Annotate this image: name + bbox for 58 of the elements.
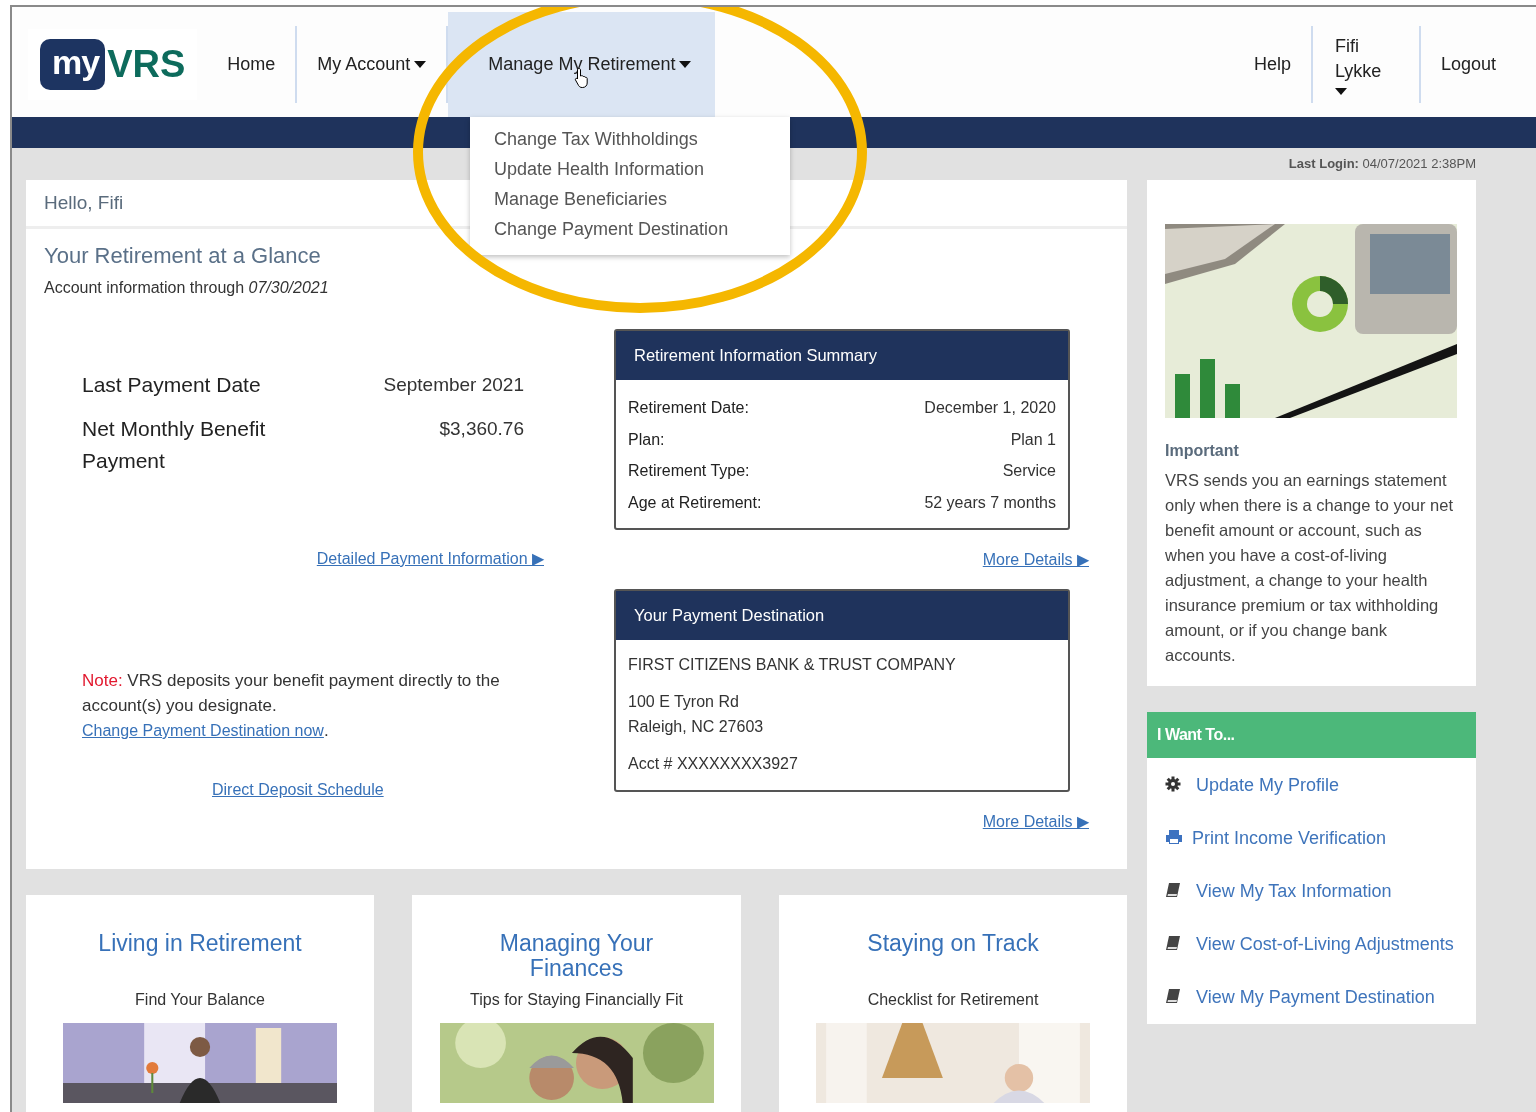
book-icon — [1165, 988, 1181, 1004]
note-text: Note: VRS deposits your benefit payment directly to the account(s) you designate. Change Payment Destination now. — [82, 670, 501, 742]
feature-title[interactable]: Living in Retirement — [80, 931, 320, 987]
payment-label: Net Monthly Benefit Payment — [82, 416, 267, 474]
payment-value: September 2021 — [383, 373, 524, 397]
account-number: Acct # XXXXXXXX3927 — [628, 754, 799, 774]
bank-name: FIRST CITIZENS BANK & TRUST COMPANY — [628, 655, 957, 675]
nav-item[interactable]: Logout — [1420, 12, 1516, 117]
address-line: 100 E Tyron Rd — [628, 692, 740, 712]
summary-label: Retirement Date: — [628, 398, 749, 418]
gear-icon — [1165, 776, 1181, 792]
feature-subtitle: Tips for Staying Financially Fit — [470, 991, 683, 1009]
panel-header: Retirement Information Summary — [616, 331, 1068, 380]
menu-item[interactable]: Update Health Information — [470, 155, 790, 185]
section-title: Your Retirement at a Glance — [44, 243, 322, 269]
more-details-link[interactable]: More Details ▶ — [982, 813, 1089, 830]
detailed-payment-link[interactable]: Detailed Payment Information ▶ — [316, 550, 544, 567]
menu-item[interactable]: Change Tax Withholdings — [470, 125, 790, 155]
nav-item[interactable]: Fifi Lykke — [1312, 12, 1419, 117]
action-link[interactable]: View Cost-of-Living Adjustments — [1165, 931, 1458, 957]
summary-label: Retirement Type: — [628, 461, 750, 481]
summary-value: 52 years 7 months — [924, 492, 1056, 513]
summary-label: Plan: — [628, 429, 665, 450]
payment-label: Last Payment Date — [82, 372, 262, 398]
feature-subtitle: Checklist for Retirement — [867, 991, 1039, 1009]
want-to-header: I Want To... — [1147, 712, 1476, 758]
address-line: Raleigh, NC 27603 — [628, 717, 765, 737]
nav-item[interactable]: Help — [1233, 12, 1311, 117]
important-text: VRS sends you an earnings statement only when there is a change to your net benefit amount or account, such as when you have a cost-of-living adjustment, a change to your health insurance premium or tax withholding amount, or if you change bank accounts. — [1165, 470, 1455, 666]
action-link[interactable]: View My Payment Destination — [1165, 984, 1458, 1010]
book-icon — [1165, 882, 1181, 898]
menu-item[interactable]: Manage Beneficiaries — [470, 185, 790, 215]
action-link[interactable]: View My Tax Information — [1165, 878, 1458, 904]
account-info-date: Account information through 07/30/2021 — [44, 279, 330, 297]
nav-item[interactable]: My Account — [297, 12, 447, 117]
summary-label: Age at Retirement: — [628, 492, 762, 513]
last-login: Last Login: 04/07/2021 2:38PM — [1288, 156, 1476, 172]
logo-vrs: VRS — [107, 43, 186, 86]
payment-value: $3,360.76 — [439, 417, 524, 441]
logo-my: my — [40, 39, 106, 90]
panel-header: Your Payment Destination — [616, 591, 1068, 640]
book-icon — [1165, 935, 1181, 951]
action-link[interactable]: Update My Profile — [1165, 772, 1458, 798]
summary-value: December 1, 2020 — [924, 398, 1056, 418]
feature-title[interactable]: Managing Your Finances — [456, 931, 697, 987]
important-heading: Important — [1165, 442, 1240, 460]
feature-subtitle: Find Your Balance — [135, 991, 265, 1009]
action-link[interactable]: Print Income Verification — [1165, 825, 1458, 851]
nav-item[interactable]: Home — [207, 12, 296, 117]
summary-value: Service — [1002, 461, 1056, 481]
change-destination-link[interactable]: Change Payment Destination now — [82, 722, 324, 739]
feature-title[interactable]: Staying on Track — [833, 931, 1073, 987]
menu-item[interactable]: Change Payment Destination — [470, 215, 790, 245]
nav-item[interactable]: Manage My Retirement — [448, 12, 716, 117]
summary-value: Plan 1 — [1010, 429, 1056, 450]
deposit-schedule-link[interactable]: Direct Deposit Schedule — [212, 781, 384, 798]
printer-icon — [1165, 829, 1183, 845]
more-details-link[interactable]: More Details ▶ — [982, 551, 1089, 568]
